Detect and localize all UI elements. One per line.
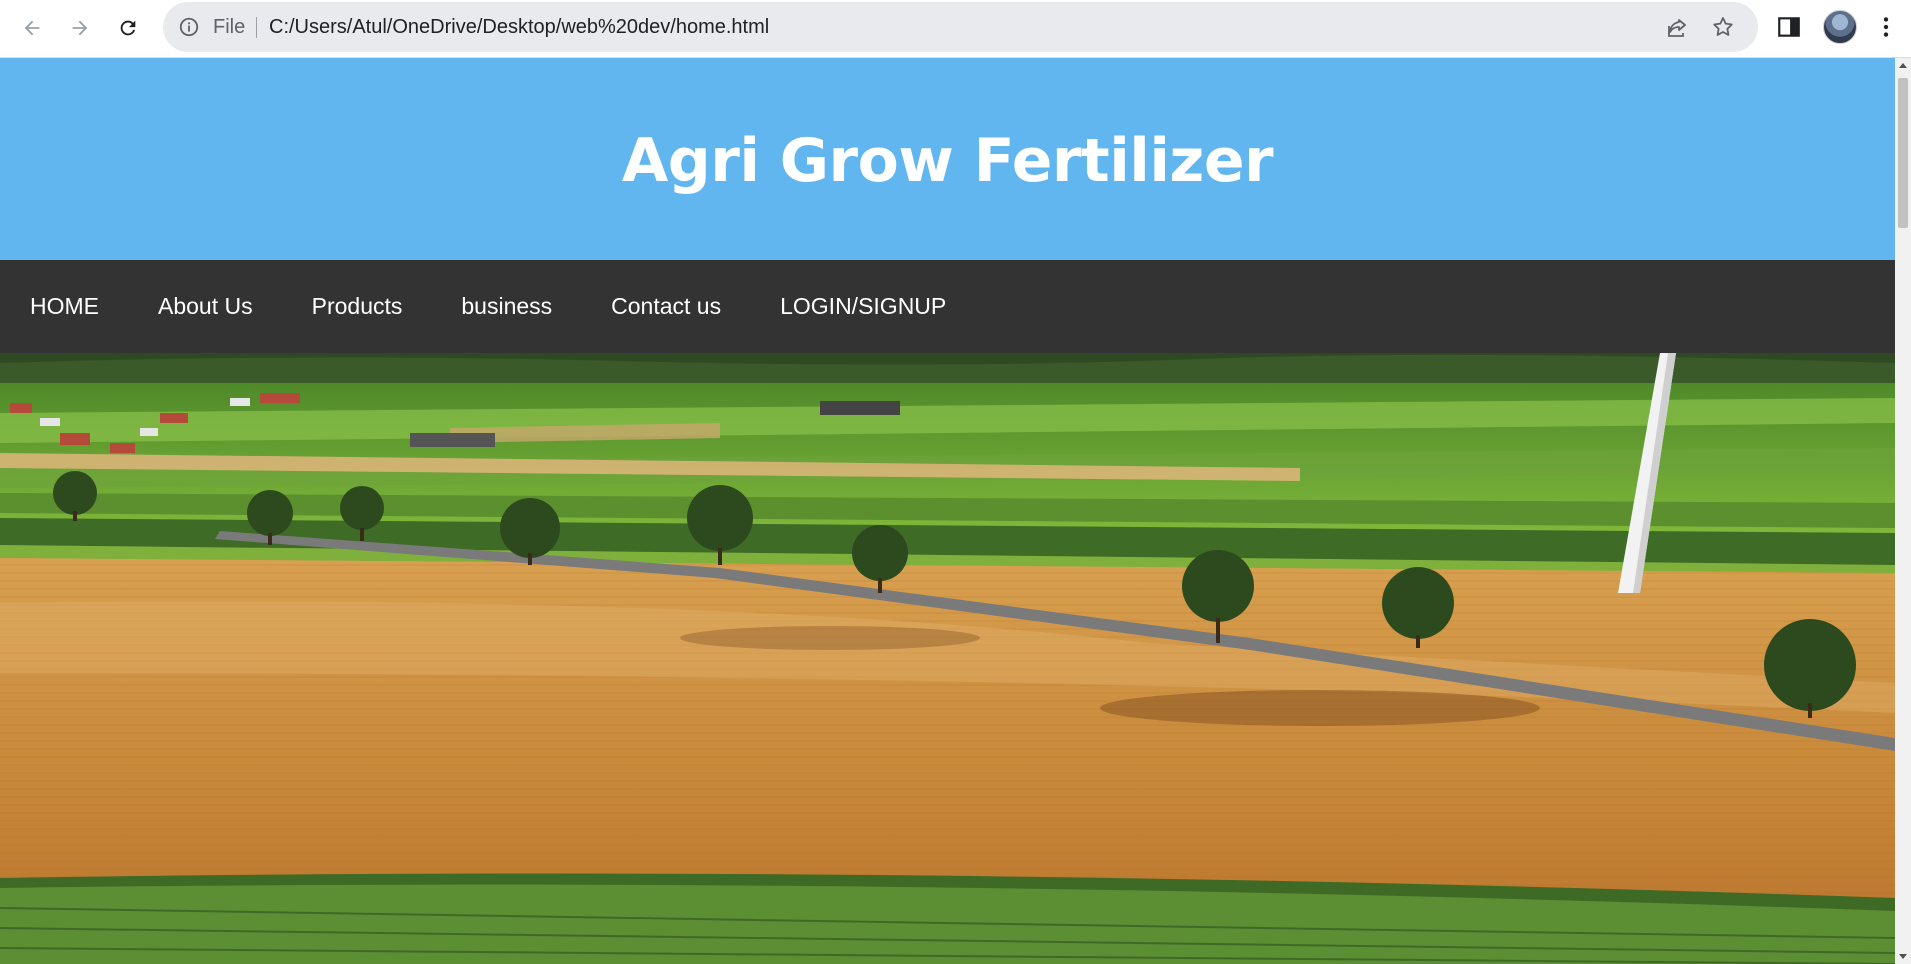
kebab-menu-icon[interactable]	[1873, 14, 1899, 40]
farmland-illustration	[0, 353, 1895, 964]
page-viewport: Agri Grow Fertilizer HOME About Us Produ…	[0, 58, 1895, 964]
nav-link-products[interactable]: Products	[312, 293, 403, 320]
forward-button[interactable]	[62, 10, 98, 46]
reload-icon	[120, 20, 136, 36]
arrow-right-icon	[72, 20, 88, 36]
site-title: Agri Grow Fertilizer	[621, 126, 1274, 196]
avatar[interactable]	[1823, 10, 1857, 44]
scroll-up-arrow-icon[interactable]	[1895, 58, 1911, 74]
vertical-scrollbar[interactable]	[1895, 58, 1911, 964]
side-panel-icon[interactable]	[1776, 14, 1802, 40]
reload-button[interactable]	[110, 10, 146, 46]
info-icon[interactable]	[178, 16, 200, 38]
hero-image	[0, 353, 1895, 964]
arrow-left-icon	[24, 20, 40, 36]
address-bar[interactable]: File C:/Users/Atul/OneDrive/Desktop/web%…	[163, 2, 1758, 52]
star-icon[interactable]	[1711, 15, 1735, 39]
back-button[interactable]	[14, 10, 50, 46]
nav-link-login-signup[interactable]: LOGIN/SIGNUP	[780, 293, 946, 320]
nav-link-business[interactable]: business	[461, 293, 552, 320]
nav-link-about-us[interactable]: About Us	[158, 293, 253, 320]
main-nav: HOME About Us Products business Contact …	[0, 260, 1895, 353]
nav-link-contact-us[interactable]: Contact us	[611, 293, 721, 320]
omnibox-divider	[256, 17, 257, 38]
site-header: Agri Grow Fertilizer	[0, 58, 1895, 260]
share-icon[interactable]	[1665, 16, 1689, 40]
scrollbar-thumb[interactable]	[1898, 78, 1908, 228]
url-text[interactable]: C:/Users/Atul/OneDrive/Desktop/web%20dev…	[269, 2, 769, 52]
file-scheme-label: File	[213, 16, 246, 38]
browser-toolbar: File C:/Users/Atul/OneDrive/Desktop/web%…	[0, 0, 1911, 58]
nav-link-home[interactable]: HOME	[30, 293, 99, 320]
scroll-down-arrow-icon[interactable]	[1895, 948, 1911, 964]
